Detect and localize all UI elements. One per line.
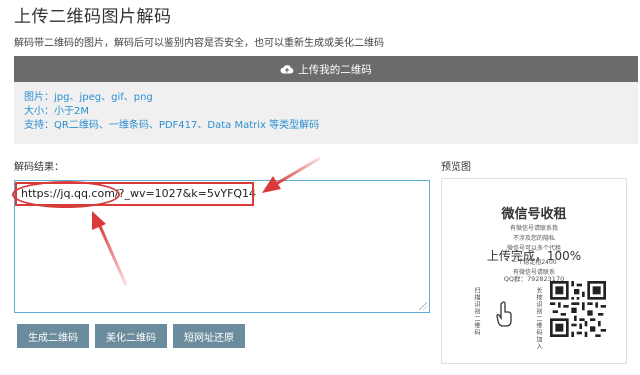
preview-image-line: 有微信号请联系我 <box>509 225 558 232</box>
restore-short-url-button[interactable]: 短网址还原 <box>173 324 245 348</box>
resize-handle[interactable] <box>419 302 427 310</box>
preview-vertical-right: 长按识别二维码加入 <box>535 287 542 350</box>
preview-image: 微信号收租 有微信号请联系我 不涉及您的隐私 微信号可以多个代租 一个稳定租24… <box>441 178 627 364</box>
cloud-upload-icon <box>280 65 294 74</box>
qr-code-image <box>550 281 606 337</box>
preview-label: 预览图 <box>441 162 471 173</box>
info-supported-types: 支持：QR二维码、一维条码、PDF417、Data Matrix 等类型解码 <box>24 120 320 131</box>
upload-label: 上传我的二维码 <box>298 63 372 76</box>
result-label: 解码结果： <box>14 162 64 173</box>
preview-image-title: 微信号收租 <box>501 207 567 222</box>
upload-progress-text: 上传完成，100% <box>486 249 582 263</box>
beautify-qr-button[interactable]: 美化二维码 <box>95 324 167 348</box>
info-box: 图片：jpg、jpeg、gif、png 大小：小于2M 支持：QR二维码、一维条… <box>14 82 638 144</box>
page-title: 上传二维码图片解码 <box>14 7 172 27</box>
page-description: 解码带二维码的图片，解码后可以鉴别内容是否安全，也可以重新生成或美化二维码 <box>14 38 384 49</box>
generate-qr-button[interactable]: 生成二维码 <box>17 324 89 348</box>
upload-qr-button[interactable]: 上传我的二维码 <box>14 56 638 82</box>
annotation-ellipse <box>12 181 120 208</box>
preview-vertical-left: 扫描识别二维码 <box>473 287 480 336</box>
pointing-hand-icon <box>496 301 512 327</box>
info-formats: 图片：jpg、jpeg、gif、png <box>24 92 153 103</box>
info-size: 大小：小于2M <box>24 106 89 117</box>
preview-image-line: 不涉及您的隐私 <box>512 235 555 242</box>
